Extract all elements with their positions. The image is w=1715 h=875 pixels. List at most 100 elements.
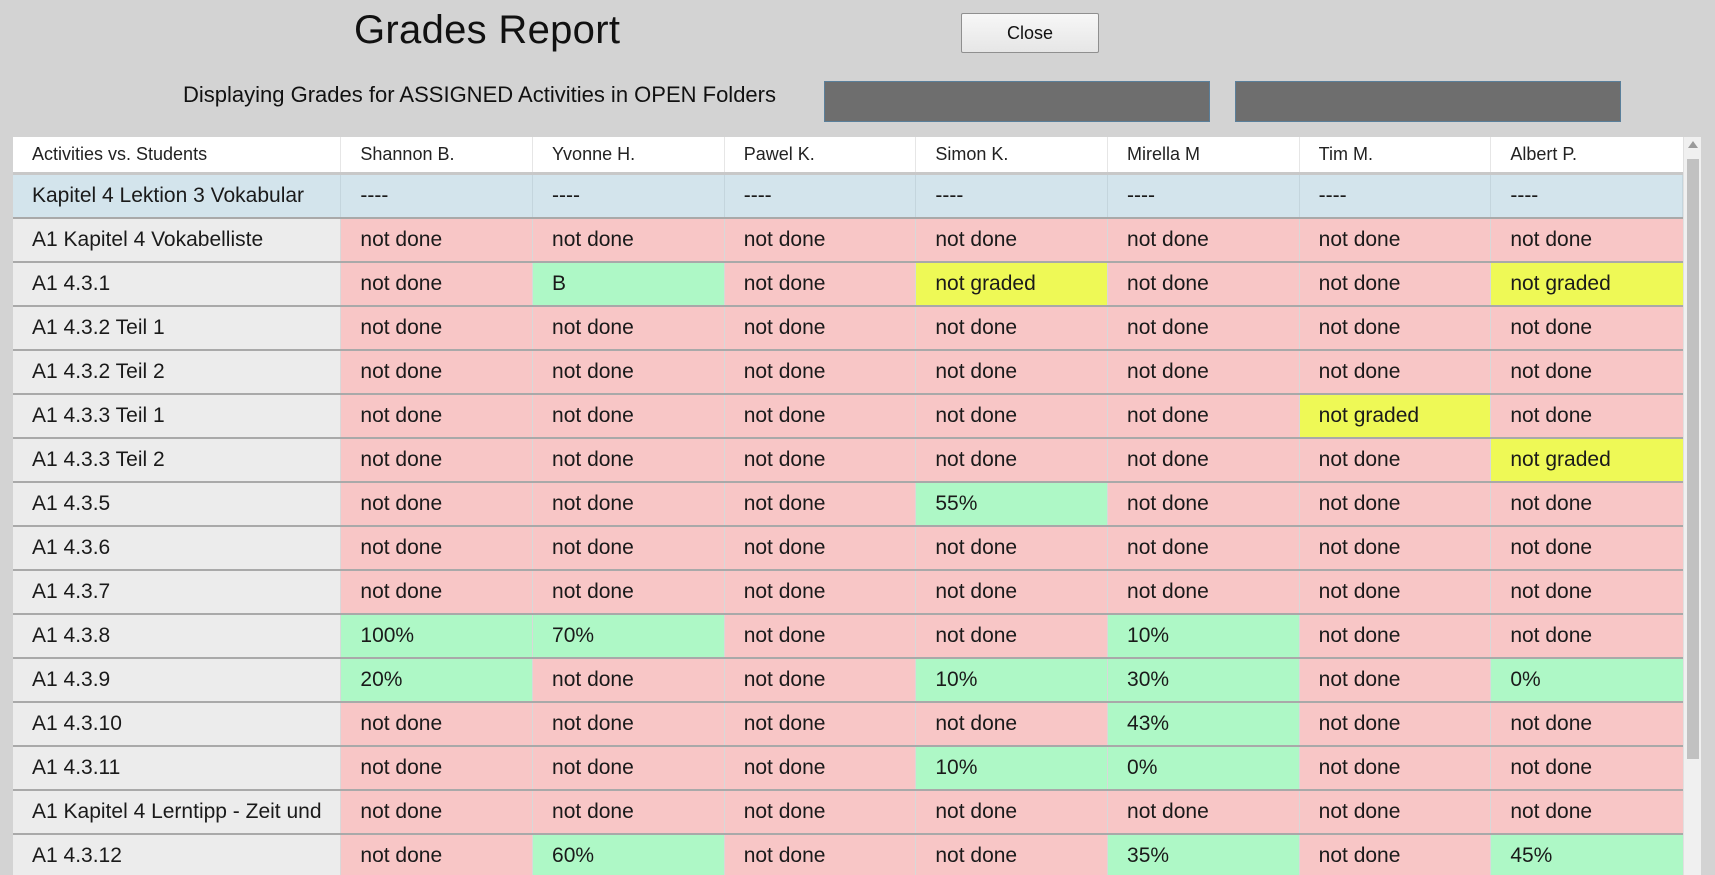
activity-name[interactable]: A1 4.3.3 Teil 2 xyxy=(13,439,342,481)
grade-cell[interactable]: not done xyxy=(916,791,1109,833)
activity-name[interactable]: A1 4.3.2 Teil 2 xyxy=(13,351,342,393)
grade-cell[interactable]: not done xyxy=(1491,615,1683,657)
grade-cell[interactable]: not done xyxy=(1299,703,1492,745)
grade-cell[interactable]: not done xyxy=(1491,351,1683,393)
activity-name[interactable]: Kapitel 4 Lektion 3 Vokabular xyxy=(13,175,342,217)
grade-cell[interactable]: not done xyxy=(1108,219,1300,261)
grade-cell[interactable]: not done xyxy=(1491,571,1683,613)
grade-cell[interactable]: not done xyxy=(533,395,725,437)
grade-cell[interactable]: not done xyxy=(1299,615,1492,657)
grade-cell[interactable]: not done xyxy=(533,307,725,349)
grade-cell[interactable]: not done xyxy=(1108,307,1300,349)
grade-cell[interactable]: not done xyxy=(916,835,1109,875)
grade-cell[interactable]: not graded xyxy=(1491,263,1683,305)
grade-cell[interactable]: not done xyxy=(724,263,917,305)
student-header[interactable]: Albert P. xyxy=(1491,137,1683,172)
grade-cell[interactable]: not done xyxy=(533,571,725,613)
grade-cell[interactable]: not done xyxy=(1108,791,1300,833)
grade-cell[interactable]: not done xyxy=(1299,791,1492,833)
grade-cell[interactable]: not done xyxy=(1299,483,1492,525)
grade-cell[interactable]: not done xyxy=(1299,263,1492,305)
grade-cell[interactable]: not done xyxy=(916,615,1109,657)
grade-cell[interactable]: not done xyxy=(724,615,917,657)
grade-cell[interactable]: not done xyxy=(1491,395,1683,437)
student-header[interactable]: Simon K. xyxy=(916,137,1109,172)
grade-cell[interactable]: not done xyxy=(1299,747,1492,789)
grade-cell[interactable]: not done xyxy=(1299,527,1492,569)
grade-cell[interactable]: not done xyxy=(341,571,534,613)
grade-cell[interactable]: not done xyxy=(341,263,534,305)
grade-cell[interactable]: not done xyxy=(1491,703,1683,745)
grade-cell[interactable]: not done xyxy=(341,483,534,525)
grade-cell[interactable]: not done xyxy=(1491,747,1683,789)
grade-cell[interactable]: 60% xyxy=(533,835,725,875)
close-button[interactable]: Close xyxy=(961,13,1099,53)
grade-cell[interactable]: not done xyxy=(533,659,725,701)
grade-cell[interactable]: not done xyxy=(916,351,1109,393)
grade-cell[interactable]: not done xyxy=(341,439,534,481)
grade-cell[interactable]: not done xyxy=(533,527,725,569)
student-header[interactable]: Mirella M xyxy=(1108,137,1300,172)
grade-cell[interactable]: not graded xyxy=(916,263,1109,305)
grade-cell[interactable]: not done xyxy=(1108,395,1300,437)
student-header[interactable]: Yvonne H. xyxy=(533,137,725,172)
grade-cell[interactable]: 10% xyxy=(1108,615,1300,657)
grade-cell[interactable]: not done xyxy=(341,527,534,569)
grade-cell[interactable]: ---- xyxy=(533,175,725,217)
grade-cell[interactable]: not done xyxy=(724,219,917,261)
grade-cell[interactable]: not done xyxy=(1108,351,1300,393)
scroll-up-arrow-icon[interactable] xyxy=(1688,141,1698,148)
grade-cell[interactable]: ---- xyxy=(1108,175,1300,217)
grade-cell[interactable]: 45% xyxy=(1491,835,1683,875)
grade-cell[interactable]: not done xyxy=(1491,307,1683,349)
grade-cell[interactable]: not done xyxy=(724,571,917,613)
grade-cell[interactable]: not done xyxy=(724,527,917,569)
student-header[interactable]: Shannon B. xyxy=(341,137,534,172)
grade-cell[interactable]: not done xyxy=(341,747,534,789)
grade-cell[interactable]: not done xyxy=(1491,527,1683,569)
grade-cell[interactable]: ---- xyxy=(1299,175,1492,217)
activity-name[interactable]: A1 Kapitel 4 Vokabelliste xyxy=(13,219,342,261)
grade-cell[interactable]: not done xyxy=(533,483,725,525)
scrollbar-thumb[interactable] xyxy=(1687,159,1699,759)
grade-cell[interactable]: not done xyxy=(533,791,725,833)
grade-cell[interactable]: not done xyxy=(1299,351,1492,393)
grade-cell[interactable]: 70% xyxy=(533,615,725,657)
grade-cell[interactable]: not done xyxy=(341,791,534,833)
grade-cell[interactable]: not done xyxy=(916,527,1109,569)
activity-name[interactable]: A1 4.3.11 xyxy=(13,747,342,789)
grade-cell[interactable]: ---- xyxy=(1491,175,1683,217)
grade-cell[interactable]: not done xyxy=(1108,263,1300,305)
grade-cell[interactable]: 55% xyxy=(916,483,1109,525)
grade-cell[interactable]: 0% xyxy=(1491,659,1683,701)
grade-cell[interactable]: not done xyxy=(1491,791,1683,833)
grade-cell[interactable]: 35% xyxy=(1108,835,1300,875)
student-header[interactable]: Tim M. xyxy=(1300,137,1492,172)
grade-cell[interactable]: not done xyxy=(724,483,917,525)
grade-cell[interactable]: B xyxy=(533,263,725,305)
grade-cell[interactable]: not done xyxy=(341,351,534,393)
grade-cell[interactable]: 0% xyxy=(1108,747,1300,789)
vertical-scrollbar[interactable] xyxy=(1683,137,1701,875)
grade-cell[interactable]: 10% xyxy=(916,659,1109,701)
grade-cell[interactable]: not done xyxy=(1299,439,1492,481)
grade-cell[interactable]: not done xyxy=(533,351,725,393)
activity-name[interactable]: A1 4.3.3 Teil 1 xyxy=(13,395,342,437)
grade-cell[interactable]: not done xyxy=(724,439,917,481)
grade-cell[interactable]: not done xyxy=(1108,483,1300,525)
activity-name[interactable]: A1 4.3.8 xyxy=(13,615,342,657)
grade-cell[interactable]: ---- xyxy=(341,175,534,217)
grade-cell[interactable]: ---- xyxy=(916,175,1109,217)
grade-cell[interactable]: not done xyxy=(1108,439,1300,481)
grade-cell[interactable]: not done xyxy=(1299,659,1492,701)
grade-cell[interactable]: not done xyxy=(916,703,1109,745)
grade-cell[interactable]: not graded xyxy=(1491,439,1683,481)
grade-cell[interactable]: not done xyxy=(341,703,534,745)
grade-cell[interactable]: not done xyxy=(1491,219,1683,261)
grade-cell[interactable]: not done xyxy=(341,835,534,875)
student-header[interactable]: Pawel K. xyxy=(725,137,917,172)
activity-name[interactable]: A1 4.3.12 xyxy=(13,835,342,875)
grade-cell[interactable]: not done xyxy=(533,219,725,261)
grade-cell[interactable]: not done xyxy=(916,439,1109,481)
grade-cell[interactable]: not done xyxy=(916,395,1109,437)
